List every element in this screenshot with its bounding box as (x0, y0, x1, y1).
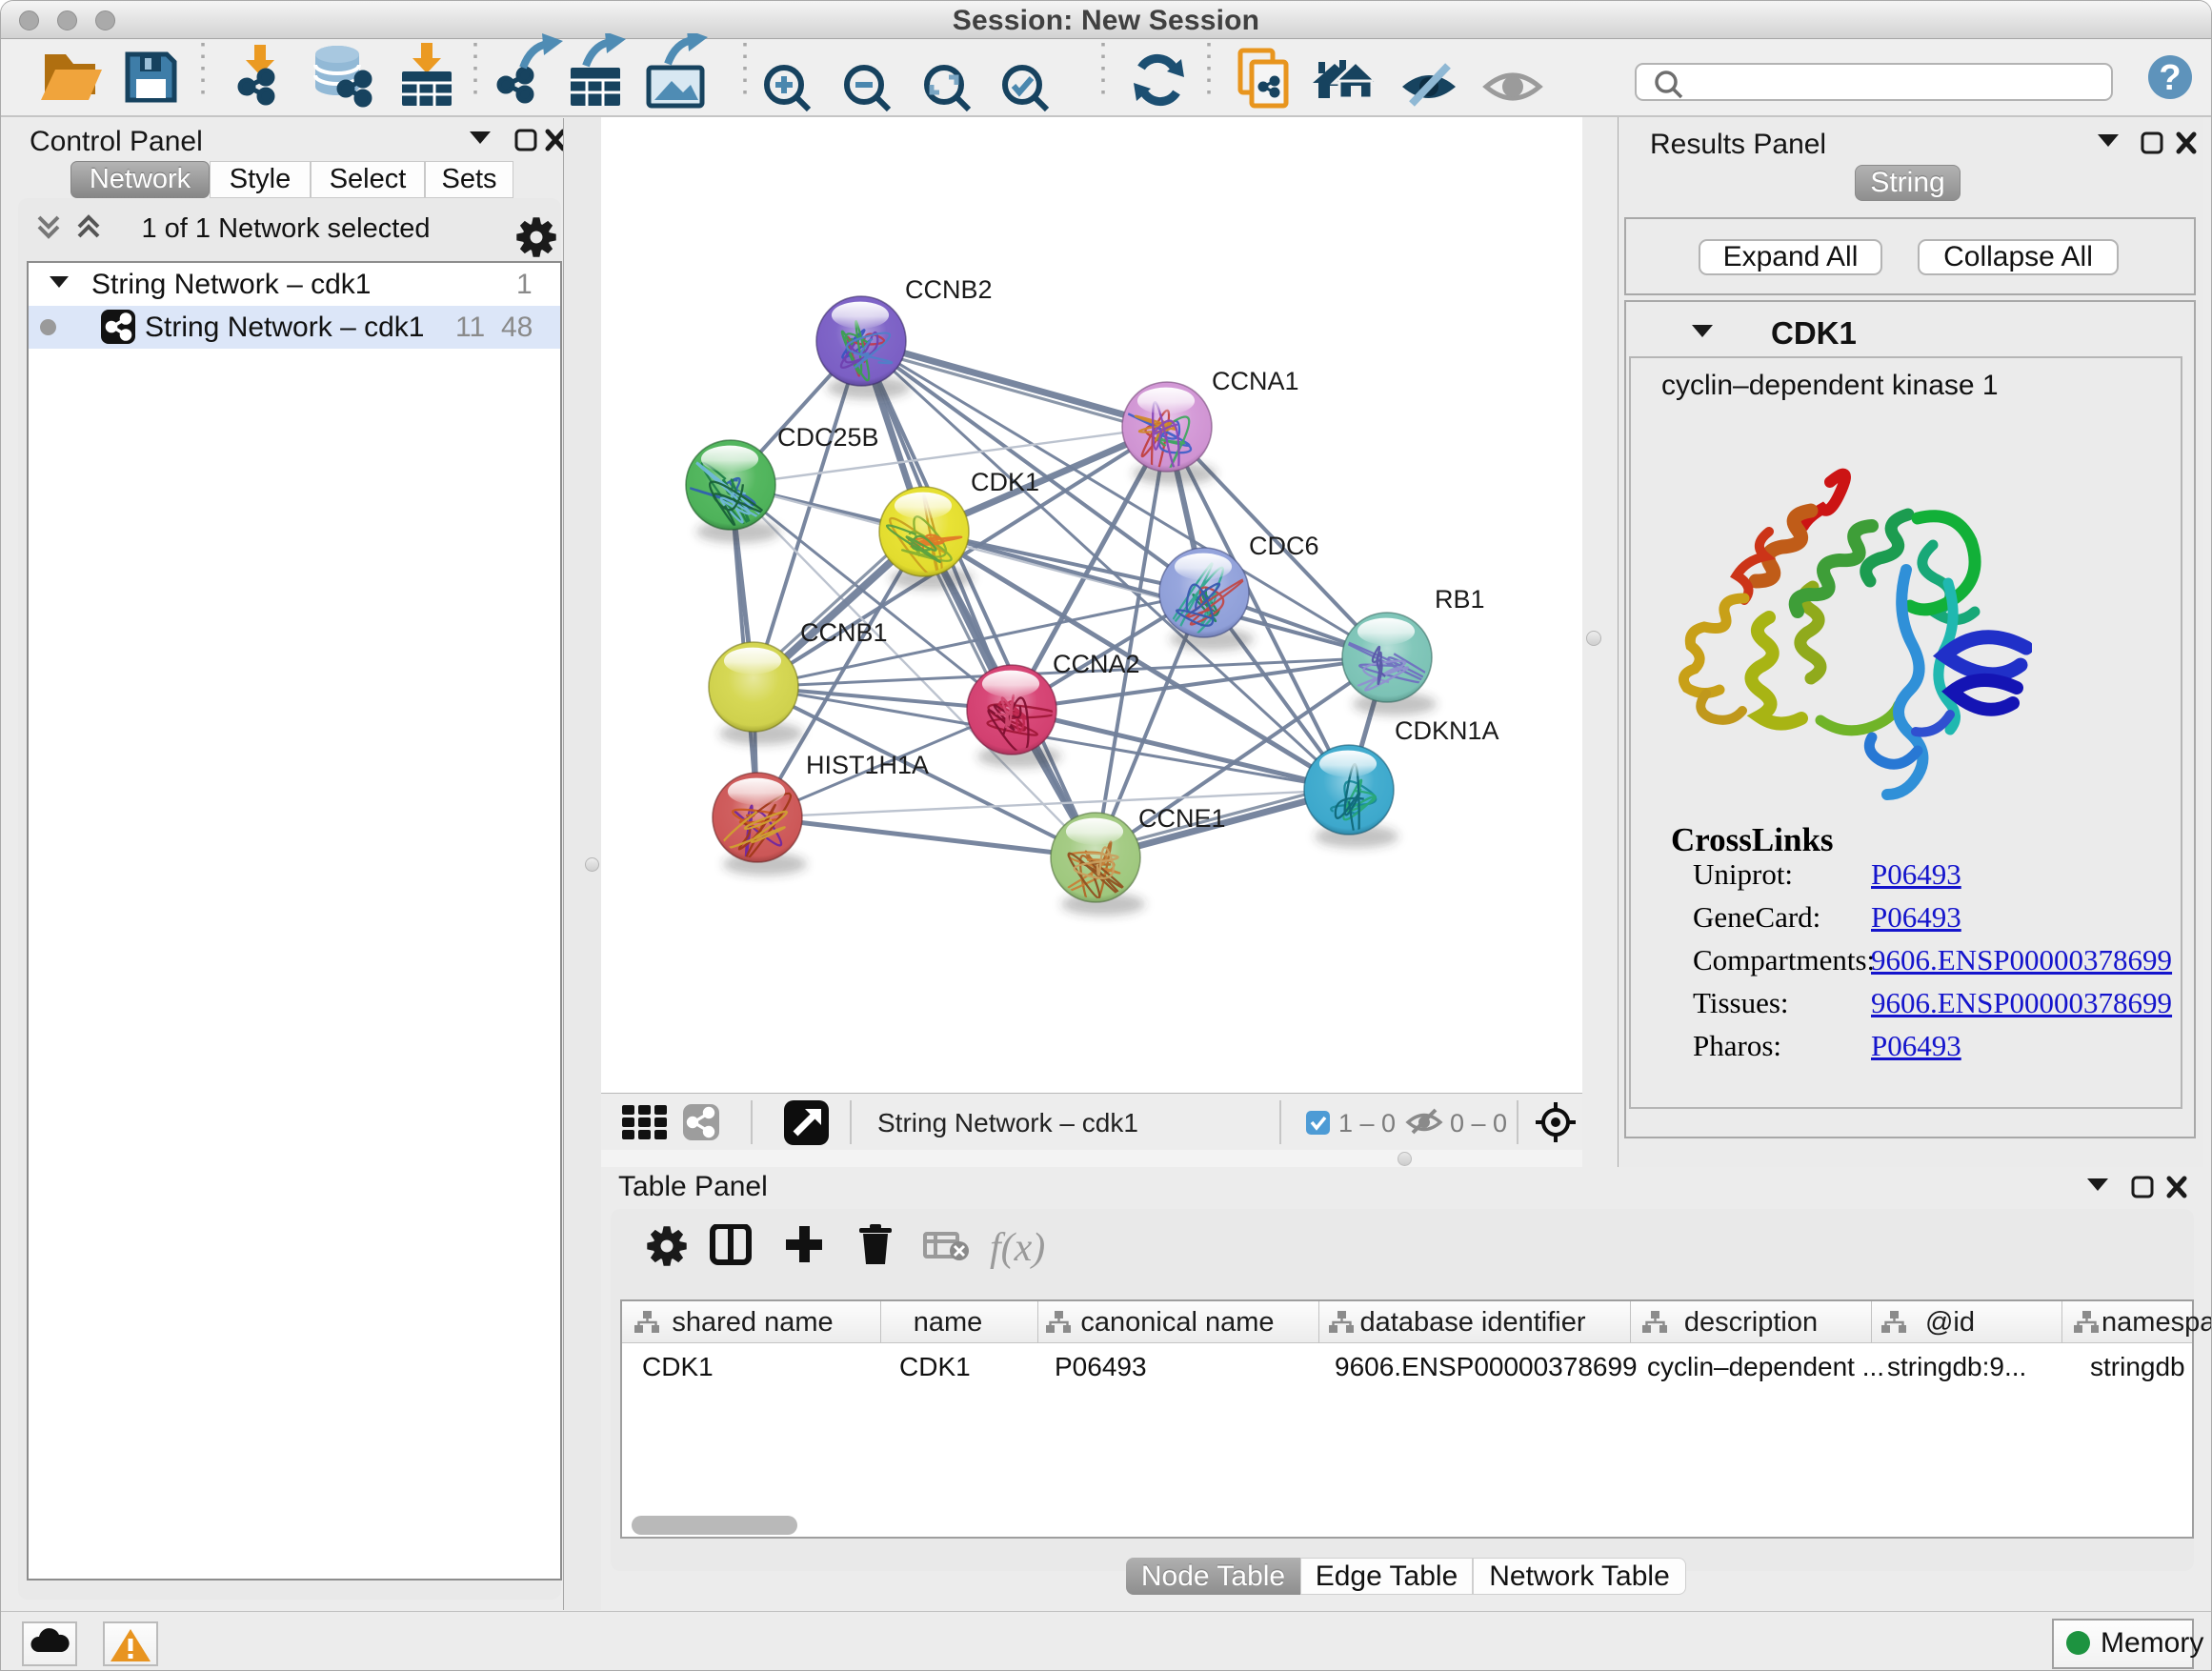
svg-text:String Network – cdk1: String Network – cdk1 (877, 1108, 1138, 1137)
svg-text:HIST1H1A: HIST1H1A (806, 751, 929, 779)
svg-text:?: ? (2159, 58, 2181, 98)
svg-text:f(x): f(x) (990, 1226, 1045, 1270)
svg-text:CCNA1: CCNA1 (1212, 367, 1299, 395)
svg-text:CDC6: CDC6 (1249, 532, 1319, 560)
svg-text:RB1: RB1 (1435, 585, 1485, 614)
svg-text:CCNB2: CCNB2 (905, 275, 993, 304)
svg-text:CDKN1A: CDKN1A (1395, 716, 1499, 745)
svg-text:CDC25B: CDC25B (777, 423, 879, 452)
svg-text:1 – 0: 1 – 0 (1338, 1109, 1396, 1137)
svg-text:CCNE1: CCNE1 (1138, 804, 1226, 833)
svg-text:0 – 0: 0 – 0 (1450, 1109, 1507, 1137)
svg-text:CDK1: CDK1 (971, 468, 1039, 496)
svg-text:CCNA2: CCNA2 (1053, 650, 1140, 678)
svg-text:CCNB1: CCNB1 (800, 618, 888, 647)
